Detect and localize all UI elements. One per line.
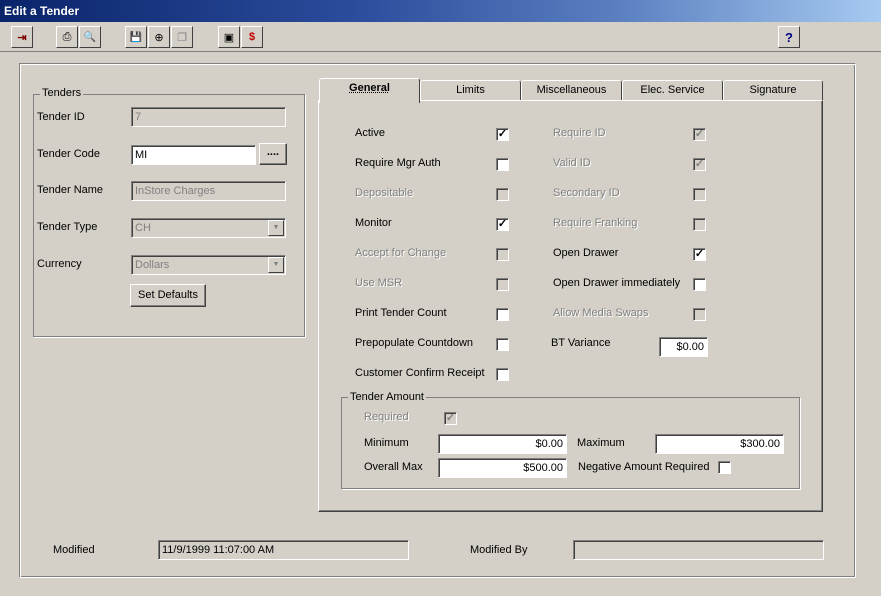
save-new-button[interactable]: ⊕ bbox=[148, 26, 170, 48]
modified-by-label: Modified By bbox=[470, 544, 528, 556]
overall-max-label: Overall Max bbox=[364, 461, 423, 473]
negative-amount-label: Negative Amount Required bbox=[578, 461, 710, 473]
set-defaults-label: Set Defaults bbox=[138, 289, 198, 301]
left-checkbox-6[interactable] bbox=[496, 308, 509, 321]
right-checkbox-6 bbox=[693, 308, 706, 321]
tender-id-label: Tender ID bbox=[37, 111, 85, 123]
print-preview-button[interactable]: 🔍 bbox=[79, 26, 101, 48]
bt-variance-label: BT Variance bbox=[551, 337, 611, 349]
screen-icon: ▣ bbox=[223, 31, 235, 44]
right-checkbox-5[interactable] bbox=[693, 278, 706, 291]
tender-type-label: Tender Type bbox=[37, 221, 98, 233]
copy-icon: ❐ bbox=[177, 31, 187, 44]
left-checkbox-3[interactable]: ✓ bbox=[496, 218, 509, 231]
left-checkbox-4 bbox=[496, 248, 509, 261]
window-title: Edit a Tender bbox=[4, 4, 80, 18]
left-label-8: Customer Confirm Receipt bbox=[355, 367, 485, 379]
save-button[interactable]: 💾 bbox=[125, 26, 147, 48]
left-label-7: Prepopulate Countdown bbox=[355, 337, 474, 349]
print-icon: ⎙ bbox=[62, 30, 72, 43]
save-icon: 💾 bbox=[129, 31, 143, 43]
copy-button[interactable]: ❐ bbox=[171, 26, 193, 48]
right-checkbox-1: ✓ bbox=[693, 158, 706, 171]
tab-limits-label: Limits bbox=[456, 84, 485, 96]
tab-general-label: General bbox=[349, 82, 390, 94]
save-new-icon: ⊕ bbox=[154, 31, 164, 44]
tender-type-value: CH bbox=[135, 222, 151, 234]
maximum-label: Maximum bbox=[577, 437, 625, 449]
price-button[interactable]: $ bbox=[241, 26, 263, 48]
left-label-4: Accept for Change bbox=[355, 247, 447, 259]
help-icon: ? bbox=[785, 29, 793, 45]
right-checkbox-2 bbox=[693, 188, 706, 201]
minimum-input[interactable]: $0.00 bbox=[438, 434, 567, 454]
tender-code-input[interactable]: MI bbox=[131, 145, 256, 165]
help-button[interactable]: ? bbox=[778, 26, 800, 48]
left-checkbox-7[interactable] bbox=[496, 338, 509, 351]
title-bar: Edit a Tender bbox=[0, 0, 881, 22]
right-label-1: Valid ID bbox=[553, 157, 591, 169]
left-label-0: Active bbox=[355, 127, 385, 139]
maximum-input[interactable]: $300.00 bbox=[655, 434, 784, 454]
chevron-down-icon[interactable]: ▼ bbox=[268, 220, 284, 236]
screen-button[interactable]: ▣ bbox=[218, 26, 240, 48]
tab-signature-label: Signature bbox=[749, 84, 797, 96]
left-label-2: Depositable bbox=[355, 187, 414, 199]
left-checkbox-8[interactable] bbox=[496, 368, 509, 381]
negative-amount-checkbox[interactable] bbox=[718, 461, 731, 474]
tab-elec-service-label: Elec. Service bbox=[640, 84, 705, 96]
right-label-6: Allow Media Swaps bbox=[553, 307, 649, 319]
left-label-5: Use MSR bbox=[355, 277, 403, 289]
tab-limits[interactable]: Limits bbox=[420, 80, 521, 101]
toolbar: ⇥ ⎙ 🔍 💾 ⊕ ❐ ▣ $ ? bbox=[0, 22, 881, 52]
exit-button[interactable]: ⇥ bbox=[11, 26, 33, 48]
tenders-group-label: Tenders bbox=[40, 87, 84, 99]
right-label-4: Open Drawer bbox=[553, 247, 619, 259]
bt-variance-input[interactable]: $0.00 bbox=[659, 337, 708, 357]
right-label-5: Open Drawer immediately bbox=[553, 277, 681, 289]
currency-label: Currency bbox=[37, 258, 82, 270]
currency-select[interactable]: Dollars ▼ bbox=[131, 255, 286, 275]
tab-signature[interactable]: Signature bbox=[723, 80, 823, 101]
modified-by-field bbox=[573, 540, 824, 560]
tab-general[interactable]: General bbox=[319, 78, 420, 103]
tender-id-field: 7 bbox=[131, 107, 286, 127]
print-preview-icon: 🔍 bbox=[83, 31, 97, 43]
left-label-1: Require Mgr Auth bbox=[355, 157, 441, 169]
tab-miscellaneous-label: Miscellaneous bbox=[536, 84, 607, 96]
ellipsis-icon: .... bbox=[266, 146, 280, 158]
price-icon: $ bbox=[248, 31, 256, 43]
minimum-label: Minimum bbox=[364, 437, 409, 449]
overall-max-input[interactable]: $500.00 bbox=[438, 458, 567, 478]
right-checkbox-4[interactable]: ✓ bbox=[693, 248, 706, 261]
tender-name-field: InStore Charges bbox=[131, 181, 286, 201]
right-label-2: Secondary ID bbox=[553, 187, 620, 199]
tender-code-label: Tender Code bbox=[37, 148, 100, 160]
exit-icon: ⇥ bbox=[17, 31, 27, 44]
left-label-6: Print Tender Count bbox=[355, 307, 447, 319]
tender-name-label: Tender Name bbox=[37, 184, 104, 196]
left-checkbox-5 bbox=[496, 278, 509, 291]
right-label-3: Require Franking bbox=[553, 217, 638, 229]
right-checkbox-0: ✓ bbox=[693, 128, 706, 141]
tab-miscellaneous[interactable]: Miscellaneous bbox=[521, 80, 622, 101]
currency-value: Dollars bbox=[135, 259, 170, 271]
right-checkbox-3 bbox=[693, 218, 706, 231]
tender-code-lookup-button[interactable]: .... bbox=[259, 143, 287, 165]
required-checkbox: ✓ bbox=[444, 412, 457, 425]
left-checkbox-2 bbox=[496, 188, 509, 201]
left-label-3: Monitor bbox=[355, 217, 392, 229]
modified-field: 11/9/1999 11:07:00 AM bbox=[158, 540, 409, 560]
chevron-down-icon[interactable]: ▼ bbox=[268, 257, 284, 273]
modified-label: Modified bbox=[53, 544, 95, 556]
left-checkbox-1[interactable] bbox=[496, 158, 509, 171]
set-defaults-button[interactable]: Set Defaults bbox=[130, 284, 206, 307]
required-label: Required bbox=[364, 411, 409, 423]
tender-type-select[interactable]: CH ▼ bbox=[131, 218, 286, 238]
print-button[interactable]: ⎙ bbox=[56, 26, 78, 48]
right-label-0: Require ID bbox=[553, 127, 606, 139]
tab-elec-service[interactable]: Elec. Service bbox=[622, 80, 723, 101]
left-checkbox-0[interactable]: ✓ bbox=[496, 128, 509, 141]
tender-amount-group-label: Tender Amount bbox=[348, 391, 426, 403]
